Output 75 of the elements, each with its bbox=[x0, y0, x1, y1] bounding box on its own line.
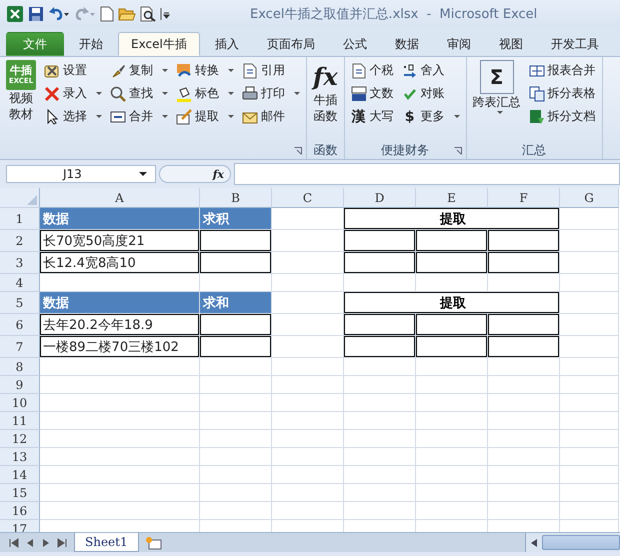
table-cell: 数据 bbox=[40, 292, 200, 314]
ribbon-button[interactable]: 选择 bbox=[42, 106, 104, 127]
group-label: 函数 bbox=[313, 142, 338, 158]
name-box[interactable]: J13 bbox=[6, 165, 156, 183]
ribbon-tab[interactable]: 公式 bbox=[330, 32, 380, 56]
ribbon-large-button[interactable]: fx 牛插 函数 bbox=[311, 60, 340, 141]
row-header[interactable]: 15 bbox=[0, 484, 40, 502]
ribbon-button[interactable]: 复制 bbox=[108, 60, 170, 81]
row-header[interactable]: 4 bbox=[0, 274, 40, 292]
ribbon-button[interactable]: 舍入 bbox=[400, 60, 462, 81]
row-header[interactable]: 16 bbox=[0, 502, 40, 520]
ribbon-button[interactable]: 查找 bbox=[108, 83, 170, 104]
table-cell: 长12.4宽8高10 bbox=[40, 252, 200, 274]
column-header[interactable]: B bbox=[200, 188, 272, 208]
column-header[interactable]: G bbox=[560, 188, 619, 208]
ribbon-button[interactable]: 邮件 bbox=[240, 106, 302, 127]
sheet-tab[interactable]: Sheet1 bbox=[74, 533, 139, 552]
table-cell: 求和 bbox=[200, 292, 272, 314]
ribbon-button[interactable]: 提取 bbox=[174, 106, 236, 127]
row-header[interactable]: 2 bbox=[0, 230, 40, 252]
ribbon-tab[interactable]: Excel牛插 bbox=[118, 32, 200, 56]
ribbon-large-button[interactable]: Σ 跨表汇总 bbox=[470, 60, 523, 141]
column-header[interactable]: A bbox=[40, 188, 200, 208]
column-header[interactable]: C bbox=[272, 188, 344, 208]
ribbon-button[interactable]: 拆分文档 bbox=[526, 106, 598, 127]
table-cell: 一楼89二楼70三楼102 bbox=[40, 336, 200, 358]
ribbon-tab[interactable]: 开始 bbox=[66, 32, 116, 56]
ribbon-button[interactable]: 拆分表格 bbox=[526, 83, 598, 104]
ribbon-button[interactable]: $ 更多 bbox=[400, 106, 462, 127]
ribbon-button[interactable]: 标色 bbox=[174, 83, 236, 104]
ribbon-button[interactable]: 录入 bbox=[42, 83, 104, 104]
ribbon-button[interactable]: 转换 bbox=[174, 60, 236, 81]
ribbon-tab[interactable]: 视图 bbox=[486, 32, 536, 56]
row-header[interactable]: 5 bbox=[0, 292, 40, 314]
row-header[interactable]: 9 bbox=[0, 376, 40, 394]
ribbon-button[interactable]: 打印 bbox=[240, 83, 302, 104]
column-header[interactable]: D bbox=[344, 188, 416, 208]
ribbon-tab[interactable]: 数据 bbox=[382, 32, 432, 56]
ribbon-button[interactable]: 报表合并 bbox=[526, 60, 598, 81]
ribbon-button[interactable]: 设置 bbox=[42, 60, 104, 81]
row-header[interactable]: 8 bbox=[0, 358, 40, 376]
ribbon-button[interactable]: 文数 bbox=[348, 83, 396, 104]
file-tab[interactable]: 文件 bbox=[6, 32, 64, 56]
column-header[interactable]: F bbox=[488, 188, 560, 208]
table-cell: 提取 bbox=[344, 292, 560, 314]
ribbon-tab[interactable]: 插入 bbox=[202, 32, 252, 56]
glyph-icon: 漢 bbox=[350, 108, 367, 126]
table-cell: 去年20.2今年18.9 bbox=[40, 314, 200, 336]
ribbon-tab[interactable]: 页面布局 bbox=[254, 32, 328, 56]
row-header[interactable]: 13 bbox=[0, 448, 40, 466]
ribbon-button[interactable]: 合并 bbox=[108, 106, 170, 127]
ribbon-button[interactable]: 引用 bbox=[240, 60, 302, 81]
table-cell: 求积 bbox=[200, 208, 272, 230]
row-header[interactable]: 3 bbox=[0, 252, 40, 274]
ribbon-button[interactable]: 个税 bbox=[348, 60, 396, 81]
table-cell: 数据 bbox=[40, 208, 200, 230]
group-label: 汇总 bbox=[522, 142, 546, 158]
ribbon-tab[interactable]: 审阅 bbox=[434, 32, 484, 56]
row-header[interactable]: 1 bbox=[0, 208, 40, 230]
group-label: 便捷财务 bbox=[381, 142, 430, 158]
row-header[interactable]: 7 bbox=[0, 336, 40, 358]
ribbon-tab[interactable]: 开发工具 bbox=[538, 32, 612, 56]
row-header[interactable]: 14 bbox=[0, 466, 40, 484]
row-header[interactable]: 6 bbox=[0, 314, 40, 336]
table-cell: 提取 bbox=[344, 208, 560, 230]
column-header[interactable]: E bbox=[416, 188, 488, 208]
row-header[interactable]: 11 bbox=[0, 412, 40, 430]
row-header[interactable]: 12 bbox=[0, 430, 40, 448]
ribbon-button[interactable]: 漢 大写 bbox=[348, 106, 396, 127]
glyph-icon: $ bbox=[402, 108, 418, 124]
table-cell: 长70宽50高度21 bbox=[40, 230, 200, 252]
window-title: Excel牛插之取值并汇总.xlsx - Microsoft Excel bbox=[250, 6, 538, 23]
ribbon-button[interactable]: 对账 bbox=[400, 83, 462, 104]
formula-buttons: fx bbox=[159, 165, 231, 183]
row-header[interactable]: 10 bbox=[0, 394, 40, 412]
